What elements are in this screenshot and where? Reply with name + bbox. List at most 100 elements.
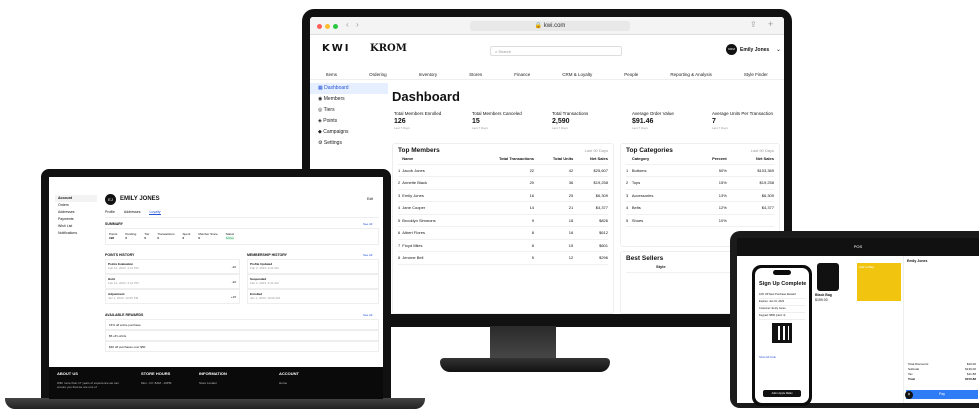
kwi-logo: KWI <box>322 43 351 54</box>
minimize-window-button[interactable] <box>325 24 330 29</box>
period-filter[interactable]: Last 90 Days <box>585 148 608 153</box>
product-image-bag[interactable] <box>817 263 839 291</box>
sidebar-item-settings[interactable]: ⚙ Settings <box>310 138 388 149</box>
points-history-title: POINTS HISTORY <box>105 253 135 257</box>
account-nav-addresses[interactable]: Addresses <box>55 209 97 216</box>
forward-arrow-icon[interactable]: › <box>356 20 359 29</box>
back-arrow-icon[interactable]: ‹ <box>346 20 349 29</box>
nav-reporting[interactable]: Reporting & Analysis <box>670 72 712 82</box>
phone-screen: Sign Up Complete 10% Off Next Purchase R… <box>755 268 809 403</box>
account-nav-account[interactable]: Account <box>55 195 97 202</box>
footer-store-locator[interactable]: Store Locator <box>199 381 217 385</box>
order-summary: Total Discounts $10.00 Subtotal $139.00 Ta… <box>908 362 976 381</box>
table-row[interactable]: 5 Brooklyn Simmons 9 18 $826 <box>398 214 608 227</box>
top-members-title: Top Members <box>398 147 440 154</box>
table-row[interactable]: 7 Floyd Miles 8 15 $601 <box>398 239 608 252</box>
add-to-bag-tile[interactable]: Add to Bag <box>857 263 901 301</box>
tab-addresses[interactable]: Addresses <box>124 210 141 215</box>
stat-members-enrolled: Total Members Enrolled 126 Last 7 Days <box>394 111 442 130</box>
chevron-down-icon[interactable]: ⌄ <box>776 46 781 53</box>
address-bar[interactable]: 🔒 kwi.com <box>470 21 630 31</box>
account-nav-notifications[interactable]: Notifications <box>55 230 97 237</box>
table-row[interactable]: 4 Belts 12% $4,377 <box>626 201 774 215</box>
pos-header: POS <box>737 238 979 256</box>
list-item[interactable]: $5 off t-shirts <box>105 330 379 341</box>
table-row[interactable]: 3 Emily Jones 16 25 $6,309 <box>398 189 608 202</box>
period-filter[interactable]: Last 90 Days <box>751 148 774 153</box>
see-all-link[interactable]: See All <box>363 253 372 257</box>
avatar[interactable]: KRM <box>726 44 737 55</box>
close-window-button[interactable] <box>317 24 322 29</box>
footer-hours-text: Mon - Fri: 8AM - 10PM <box>141 381 172 385</box>
share-icon[interactable]: ⇪ <box>750 20 757 29</box>
stat-members-canceled: Total Members Canceled 15 Last 7 Days <box>472 111 522 130</box>
search-input[interactable]: ⌕ Search <box>490 46 622 56</box>
pay-button[interactable]: Pay <box>906 390 978 399</box>
best-sellers-title: Best Sellers <box>626 255 664 262</box>
list-item[interactable]: $30 off purchases over $50 <box>105 341 379 352</box>
list-item: Enrolled Jan 1, 2023, 10:00 AM <box>247 289 379 304</box>
lock-icon: 🔒 <box>534 23 544 29</box>
edit-button[interactable]: Edit <box>367 197 373 201</box>
account-nav-wishlist[interactable]: Wish List <box>55 223 97 230</box>
table-row[interactable]: 1 Bottoms 50% $103,369 <box>626 164 774 177</box>
table-row[interactable]: 3 Accessories 13% $6,309 <box>626 189 774 202</box>
brand-logo: KROM <box>370 43 407 54</box>
page-title: Dashboard <box>392 89 460 104</box>
show-all-code-link[interactable]: Show All Code <box>759 356 776 359</box>
sidebar-item-dashboard[interactable]: ▦ Dashboard <box>310 83 388 94</box>
nav-items[interactable]: Items <box>326 72 337 82</box>
nav-stores[interactable]: Stores <box>469 72 482 82</box>
close-icon[interactable]: × <box>905 391 913 399</box>
tab-profile[interactable]: Profile <box>105 210 115 215</box>
account-nav-orders[interactable]: Orders <box>55 202 97 209</box>
add-to-wallet-button[interactable]: Add to Apple Wallet <box>763 390 801 397</box>
account-sidebar: Account Orders Addresses Payments Wish L… <box>55 195 97 237</box>
footer-home[interactable]: Home <box>279 381 287 385</box>
monitor-stand <box>490 326 556 362</box>
nav-style-finder[interactable]: Style Finder <box>744 72 768 82</box>
sidebar-item-campaigns[interactable]: ◆ Campaigns <box>310 127 388 138</box>
list-item[interactable]: 15% off entire purchase <box>105 319 379 330</box>
qr-code-icon <box>772 323 792 343</box>
top-members-card: Top Members Last 90 Days Name Total Trans… <box>392 143 614 314</box>
laptop-base <box>5 398 425 409</box>
see-all-link[interactable]: See All <box>363 313 372 317</box>
table-row[interactable]: 6 Albert Flores 8 16 $612 <box>398 226 608 240</box>
nav-inventory[interactable]: Inventory <box>419 72 438 82</box>
sidebar-item-points[interactable]: ◈ Points <box>310 116 388 127</box>
nav-crm-loyalty[interactable]: CRM & Loyalty <box>562 72 592 82</box>
table-row[interactable]: 5 Shoes 10% <box>626 214 774 227</box>
tab-loyalty[interactable]: Loyalty <box>149 210 161 215</box>
footer-information: INFORMATION <box>199 371 227 376</box>
sidebar-item-tiers[interactable]: ◎ Tiers <box>310 105 388 116</box>
table-row[interactable]: 1 Jacob Jones 22 42 $25,607 <box>398 164 608 177</box>
phone-notch <box>773 270 791 275</box>
new-tab-icon[interactable]: + <box>768 19 773 29</box>
nav-people[interactable]: People <box>624 72 638 82</box>
rewards-title: AVAILABLE REWARDS <box>105 313 144 317</box>
account-nav-payments[interactable]: Payments <box>55 216 97 223</box>
nav-ordering[interactable]: Ordering <box>369 72 387 82</box>
table-row[interactable]: 2 Annette Black 20 36 $19,258 <box>398 176 608 190</box>
table-row[interactable]: 8 Jerome Bell 5 12 $296 <box>398 251 608 265</box>
maximize-window-button[interactable] <box>333 24 338 29</box>
top-members-table: Name Total Transactions Total Units Net Sal… <box>398 154 608 265</box>
footer-about-text: With more than 17 years of experience we… <box>57 381 119 389</box>
signup-title: Sign Up Complete <box>759 281 807 287</box>
user-name[interactable]: Emily Jones <box>740 47 769 53</box>
avatar: EJ <box>105 194 116 205</box>
list-item: Suspended Feb 2, 2023, 9:41 AM <box>247 274 379 289</box>
stat-avg-order-value: Average Order Value $91.46 Last 7 Days <box>632 111 674 130</box>
list-item: Hold Feb 14, 2023, 4:41 PM -20 <box>105 274 240 289</box>
see-all-link[interactable]: See All <box>363 222 372 226</box>
table-row[interactable]: 4 Jane Cooper 14 21 $4,377 <box>398 201 608 215</box>
sidebar-item-members[interactable]: ◉ Members <box>310 94 388 105</box>
rewards-list: 15% off entire purchase $5 off t-shirts … <box>105 319 379 352</box>
monitor-base <box>440 358 610 372</box>
nav-finance[interactable]: Finance <box>514 72 530 82</box>
summary-title: SUMMARY <box>105 222 123 226</box>
summary-box: Points 198 Pending 0 Tier 0 Transactions 0 S… <box>105 228 379 245</box>
table-row[interactable]: 2 Tops 15% $19,258 <box>626 176 774 190</box>
footer-account: ACCOUNT <box>279 371 299 376</box>
